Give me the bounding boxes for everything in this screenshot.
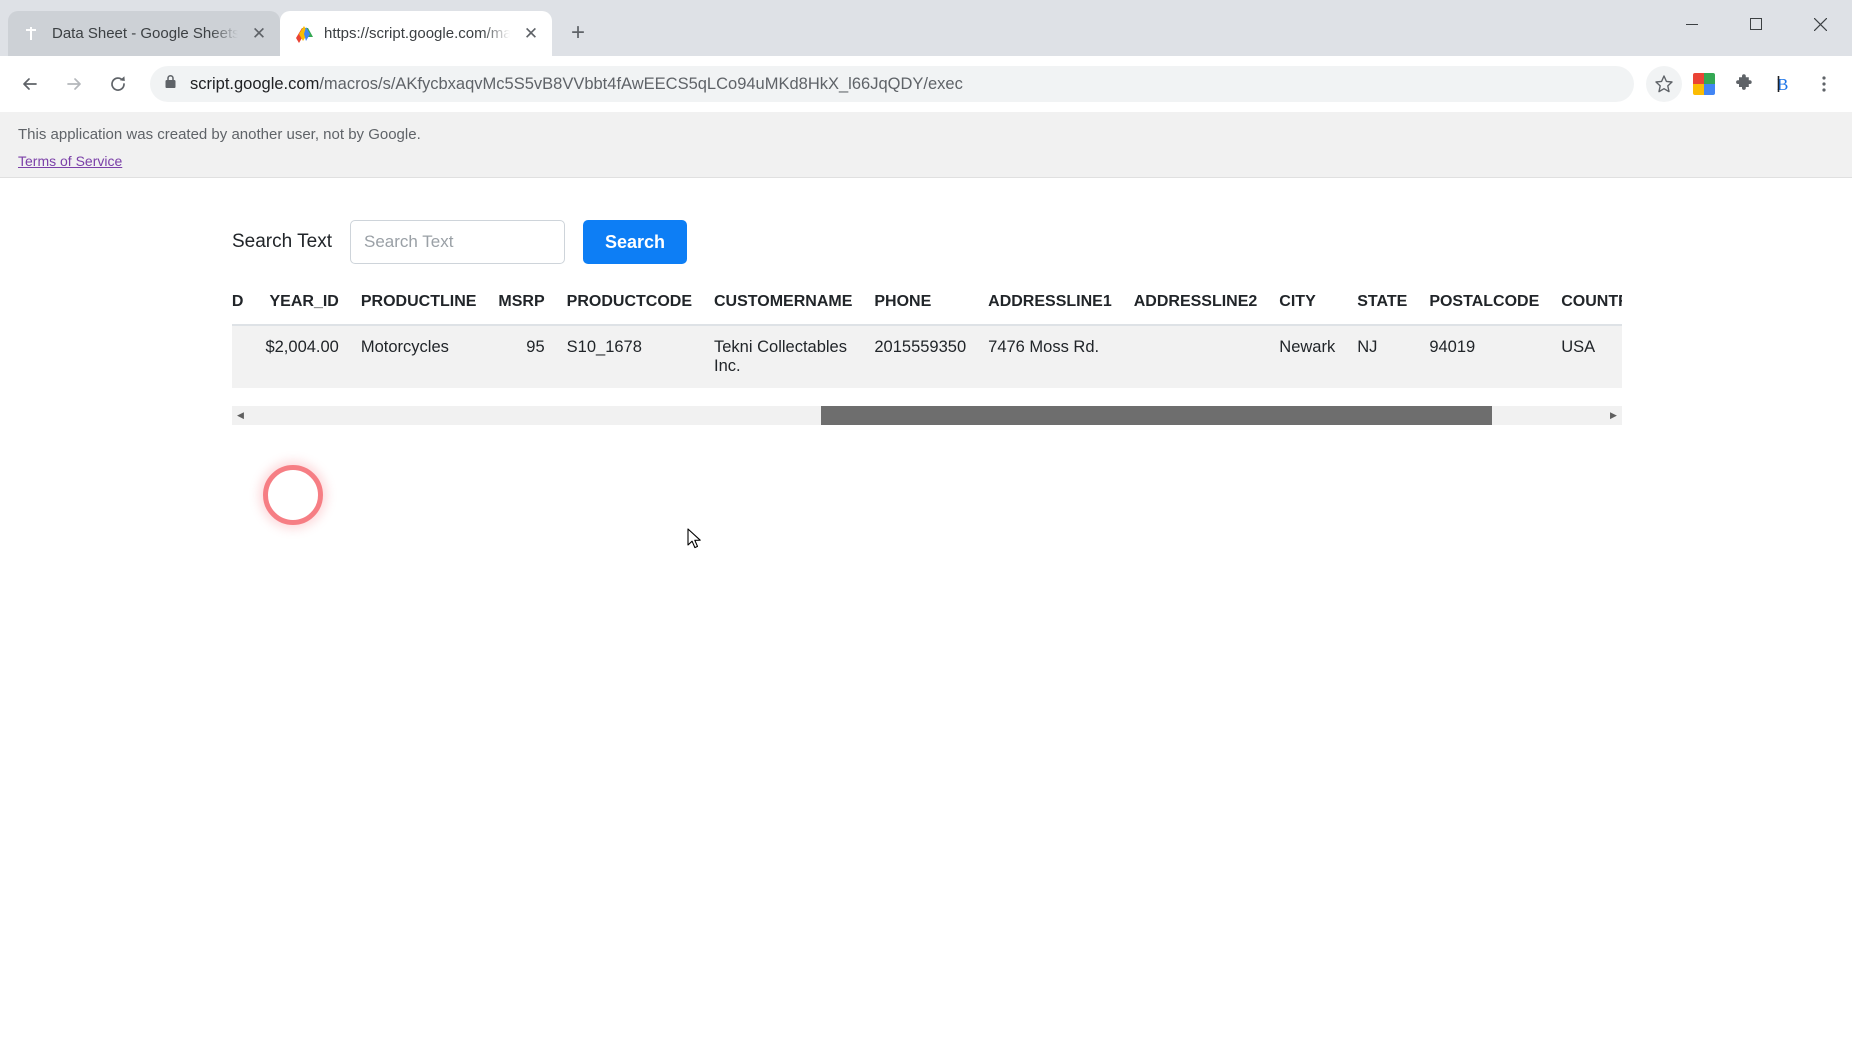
cell-productline: Motorcycles [349, 325, 488, 388]
cell-productcode: S10_1678 [555, 325, 703, 388]
tab-strip: Data Sheet - Google Sheets ✕ https://scr… [0, 0, 1852, 56]
column-header-msrp[interactable]: MSRP [487, 287, 556, 326]
cell-msrp: 95 [487, 325, 556, 388]
column-header-year-id[interactable]: YEAR_ID [254, 287, 350, 326]
scrollbar-track[interactable] [249, 406, 1605, 425]
cell-state: NJ [1346, 325, 1419, 388]
back-button[interactable] [10, 64, 50, 104]
search-label: Search Text [232, 231, 332, 252]
search-input[interactable] [349, 220, 565, 264]
browser-toolbar: script.google.com/macros/s/AKfycbxaqvMc5… [0, 56, 1852, 112]
search-button[interactable]: Search [582, 220, 688, 264]
google-apps-script-icon [294, 24, 314, 44]
tab-title: https://script.google.com/macros [324, 25, 510, 42]
minimize-button[interactable] [1660, 0, 1724, 48]
terms-of-service-link[interactable]: Terms of Service [18, 153, 122, 169]
mouse-cursor [687, 528, 703, 556]
google-notice-banner: This application was created by another … [0, 112, 1852, 178]
cell-h-id [232, 325, 255, 388]
app-content: Search Text Search H_ID YEAR_ID PRODUCTL… [0, 178, 1852, 1018]
results-table: H_ID YEAR_ID PRODUCTLINE MSRP PRODUCTCOD… [232, 287, 1622, 388]
cell-customername: Tekni Collectables Inc. [703, 325, 864, 388]
scroll-left-arrow-icon[interactable]: ◀ [232, 406, 249, 425]
table-row[interactable]: $2,004.00 Motorcycles 95 S10_1678 Tekni … [232, 325, 1622, 388]
column-header-productcode[interactable]: PRODUCTCODE [555, 287, 703, 326]
url-path: /macros/s/AKfycbxaqvMc5S5vB8VVbbt4fAwEEC… [319, 74, 963, 93]
horizontal-scrollbar[interactable]: ◀ ▶ [232, 406, 1622, 425]
cell-city: Newark [1268, 325, 1347, 388]
search-bar: Search Text Search [0, 178, 1852, 264]
cell-postalcode: 94019 [1418, 325, 1551, 388]
cell-phone: 2015559350 [863, 325, 978, 388]
scrollbar-thumb[interactable] [821, 406, 1493, 425]
close-icon[interactable]: ✕ [248, 23, 270, 45]
click-indicator [263, 465, 323, 525]
notice-text: This application was created by another … [18, 126, 421, 143]
url-host: script.google.com [190, 74, 320, 93]
address-bar[interactable]: script.google.com/macros/s/AKfycbxaqvMc5… [150, 66, 1634, 102]
tab-data-sheet[interactable]: Data Sheet - Google Sheets ✕ [8, 11, 280, 56]
maximize-button[interactable] [1724, 0, 1788, 48]
column-header-addressline2[interactable]: ADDRESSLINE2 [1122, 287, 1269, 326]
results-table-container: H_ID YEAR_ID PRODUCTLINE MSRP PRODUCTCOD… [232, 287, 1622, 425]
column-header-country[interactable]: COUNTRY [1550, 287, 1622, 326]
scroll-right-arrow-icon[interactable]: ▶ [1605, 406, 1622, 425]
profile-avatar[interactable]: B [1766, 66, 1802, 102]
table-header-row: H_ID YEAR_ID PRODUCTLINE MSRP PRODUCTCOD… [232, 287, 1622, 326]
google-sheets-icon [22, 24, 42, 44]
close-icon[interactable]: ✕ [520, 23, 542, 45]
column-header-productline[interactable]: PRODUCTLINE [349, 287, 488, 326]
browser-window: Data Sheet - Google Sheets ✕ https://scr… [0, 0, 1852, 1040]
column-header-customername[interactable]: CUSTOMERNAME [703, 287, 864, 326]
new-tab-button[interactable]: + [560, 15, 596, 51]
forward-button[interactable] [54, 64, 94, 104]
column-header-postalcode[interactable]: POSTALCODE [1418, 287, 1551, 326]
column-header-state[interactable]: STATE [1346, 287, 1419, 326]
column-header-phone[interactable]: PHONE [863, 287, 978, 326]
close-button[interactable] [1788, 0, 1852, 48]
cell-addressline2 [1122, 325, 1269, 388]
three-dot-menu-icon[interactable] [1806, 66, 1842, 102]
color-quadrant-icon[interactable] [1686, 66, 1722, 102]
cell-country: USA [1550, 325, 1622, 388]
tab-title: Data Sheet - Google Sheets [52, 25, 238, 42]
column-header-city[interactable]: CITY [1268, 287, 1347, 326]
column-header-h-id[interactable]: H_ID [232, 287, 255, 326]
lock-icon [164, 74, 178, 94]
bookmark-star-icon[interactable] [1646, 66, 1682, 102]
window-controls [1660, 0, 1852, 48]
cell-year-id: $2,004.00 [254, 325, 350, 388]
reload-button[interactable] [98, 64, 138, 104]
url-text: script.google.com/macros/s/AKfycbxaqvMc5… [190, 75, 963, 94]
cell-addressline1: 7476 Moss Rd. [977, 325, 1123, 388]
tab-apps-script[interactable]: https://script.google.com/macros ✕ [280, 11, 552, 56]
column-header-addressline1[interactable]: ADDRESSLINE1 [977, 287, 1123, 326]
puzzle-piece-icon[interactable] [1726, 66, 1762, 102]
